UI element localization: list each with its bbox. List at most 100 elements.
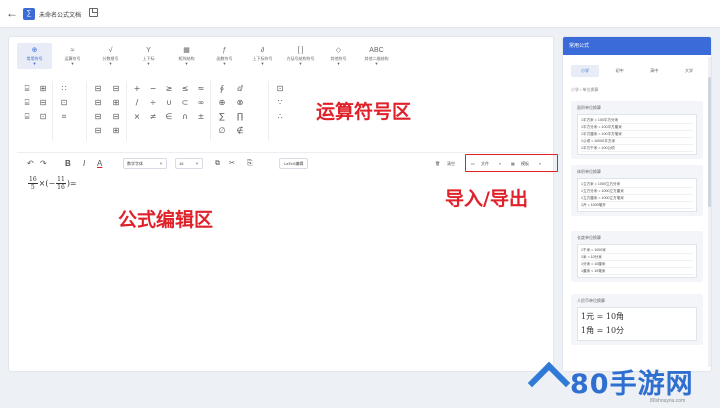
symbol-button[interactable]: ∮	[215, 83, 229, 95]
card-title: 面积单位换算	[577, 105, 601, 110]
symbol-button[interactable]: ×	[131, 111, 143, 123]
formula-row: 1立方厘米 = 1000立方毫米	[581, 195, 693, 202]
symbol-button[interactable]: ≤	[179, 83, 191, 95]
undo-icon[interactable]: ↶	[27, 159, 34, 169]
tab-matrix[interactable]: ▦ 矩阵结构 ▼	[169, 43, 204, 69]
tab-scripts[interactable]: Y 上下标 ▼	[131, 43, 166, 69]
clear-button[interactable]: 清空	[447, 159, 455, 169]
symbol-button[interactable]: ⊞	[109, 97, 123, 109]
cut-icon[interactable]: ✂	[229, 159, 235, 169]
symbol-button[interactable]: ⌸	[21, 97, 33, 109]
tab-university[interactable]: 大学	[675, 65, 703, 77]
symbol-button[interactable]: ⊟	[37, 97, 49, 109]
tab-common-symbols[interactable]: ⊕ 常用符号 ▼	[17, 43, 52, 69]
text-color-button[interactable]: A	[97, 159, 102, 169]
tab-functions[interactable]: ƒ 函数符号 ▼	[207, 43, 242, 69]
font-size-select[interactable]: 16 ▼	[175, 158, 203, 169]
copy-icon[interactable]: ⧉	[215, 159, 220, 169]
symbol-button[interactable]: +	[131, 83, 143, 95]
scrollbar-thumb[interactable]	[708, 77, 711, 207]
symbol-button[interactable]: ⊡	[57, 97, 71, 109]
tab-brackets[interactable]: [ ] 方括号结构符号 ▼	[283, 43, 318, 69]
symbol-button[interactable]: ∏	[233, 111, 247, 123]
formula-row: 1千米 = 1000米	[581, 247, 693, 254]
bold-button[interactable]: B	[65, 159, 71, 169]
watermark-url: 80shouyou.com	[650, 398, 686, 404]
tab-icon: √	[108, 47, 113, 54]
symbol-button[interactable]: ⊟	[91, 83, 105, 95]
symbol-button[interactable]: ∴	[273, 111, 287, 123]
chevron-down-icon: ▼	[146, 61, 151, 66]
symbol-button[interactable]: ⌗	[57, 111, 71, 123]
symbol-button[interactable]: ⊟	[91, 111, 105, 123]
symbol-button[interactable]: −	[147, 83, 159, 95]
formula-card[interactable]: 人民币单位换算 1元 = 10角 1角 = 10分	[571, 294, 703, 345]
chevron-down-icon: ▼	[298, 61, 303, 66]
symbol-button[interactable]: ≠	[147, 111, 159, 123]
symbol-button[interactable]: ∉	[233, 125, 247, 137]
redo-icon[interactable]: ↷	[40, 159, 47, 169]
symbol-button[interactable]: ⊡	[273, 83, 287, 95]
formula-area-annotation: 公式编辑区	[118, 209, 214, 231]
tab-script-symbols[interactable]: ∂ 上下标符号 ▼	[245, 43, 280, 69]
symbol-button[interactable]: ±	[195, 111, 207, 123]
tab-middle[interactable]: 初中	[606, 65, 634, 77]
symbol-button[interactable]: ⊟	[109, 111, 123, 123]
symbol-button[interactable]: ⅆ	[233, 83, 247, 95]
formula-card[interactable]: 面积单位换算 1平方米 = 100平方分米 1平方分米 = 100平方厘米 1平…	[571, 101, 703, 159]
numerator: 16	[28, 176, 38, 184]
formula-card[interactable]: 长度单位换算 1千米 = 1000米 1米 = 10分米 1分米 = 10厘米 …	[571, 231, 703, 282]
symbol-button[interactable]: ⊟	[91, 125, 105, 137]
symbol-button[interactable]: ∑	[215, 111, 229, 123]
symbol-button[interactable]: ∞	[195, 97, 207, 109]
paste-icon[interactable]: ⎘	[247, 159, 253, 169]
font-size-value: 16	[179, 161, 184, 166]
symbol-button[interactable]: ∷	[57, 83, 71, 95]
tab-high[interactable]: 高中	[640, 65, 668, 77]
symbol-button[interactable]: ≥	[163, 83, 175, 95]
symbol-button[interactable]: ⊟	[109, 83, 123, 95]
symbol-button[interactable]: ⊕	[215, 97, 229, 109]
font-family-select[interactable]: 数学字体 ▼	[123, 158, 167, 169]
tab-other-symbols[interactable]: ◇ 其他符号 ▼	[321, 43, 356, 69]
tab-operators[interactable]: ≈ 运算符号 ▼	[55, 43, 90, 69]
save-icon[interactable]	[89, 8, 98, 17]
import-export-highlight	[465, 154, 558, 172]
symbol-button[interactable]: ⊞	[109, 125, 123, 137]
symbol-button[interactable]: ∈	[163, 111, 175, 123]
formula-row: 1升 = 1000毫升	[581, 202, 693, 209]
symbol-button[interactable]: ∅	[215, 125, 229, 137]
symbol-button[interactable]: ⊞	[37, 83, 49, 95]
symbol-button[interactable]: ⌸	[21, 111, 33, 123]
symbol-button[interactable]: ∪	[163, 97, 175, 109]
symbol-button[interactable]: ⌸	[21, 83, 33, 95]
symbol-group-matrices: ⊟ ⊟ ⊟ ⊞ ⊟ ⊟ ⊟ ⊞	[87, 81, 127, 141]
symbol-button[interactable]: /	[131, 97, 143, 109]
level-tabs: 小学 初中 高中 大学	[571, 65, 703, 77]
chevron-down-icon: ▼	[32, 61, 37, 66]
symbol-button[interactable]: ÷	[147, 97, 159, 109]
symbol-button[interactable]: ⊗	[233, 97, 247, 109]
symbol-button[interactable]: ⊟	[91, 97, 105, 109]
back-arrow-icon[interactable]: ←	[6, 7, 18, 19]
symbol-button[interactable]: ≈	[195, 83, 207, 95]
formula-content[interactable]: 16 5 ×(− 11 16 )=	[27, 176, 77, 191]
app-logo-icon: ∑	[23, 8, 35, 20]
panel-title: 常用公式	[563, 37, 711, 55]
tab-fractions-roots[interactable]: √ 分数根号 ▼	[93, 43, 128, 69]
symbol-button[interactable]: ∵	[273, 97, 287, 109]
card-title: 长度单位换算	[577, 235, 601, 240]
formula-row: 1平方米 = 100平方分米	[581, 117, 693, 124]
symbol-button[interactable]: ∩	[179, 111, 191, 123]
fraction: 11 16	[56, 176, 66, 191]
denominator: 16	[57, 184, 65, 191]
tab-2d-structures[interactable]: ABC 其他二维结构 ▼	[359, 43, 394, 69]
tab-primary[interactable]: 小学	[571, 65, 599, 77]
delete-icon[interactable]: 🗑	[435, 159, 440, 169]
italic-button[interactable]: I	[83, 159, 85, 169]
document-title: 未命名公式文档	[39, 13, 82, 19]
symbol-button[interactable]: ⊂	[179, 97, 191, 109]
formula-card[interactable]: 体积单位换算 1立方米 = 1000立方分米 1立方分米 = 1000立方厘米 …	[571, 165, 703, 216]
symbol-button[interactable]: ⊡	[37, 111, 49, 123]
latex-edit-button[interactable]: LaTeX编辑	[279, 158, 309, 169]
